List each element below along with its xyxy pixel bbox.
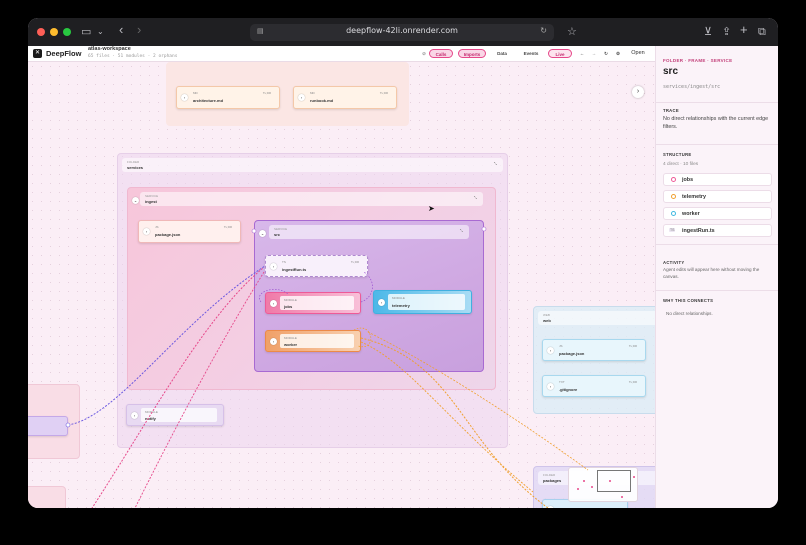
edge-handle[interactable] [251,228,257,234]
undo-button[interactable]: ← [578,49,586,58]
address-bar[interactable]: ▤ deepflow-42li.onrender.com ↻ [250,24,554,41]
reload-icon[interactable]: ↻ [540,26,547,35]
why-heading: WHY THIS CONNECTS [663,298,714,303]
deepflow-logo-icon: ✕ [33,49,42,58]
chevron-down-icon[interactable]: ⌄ [97,25,104,39]
breadcrumb: FOLDER · FRAME · SERVICE [663,58,733,63]
app-header: ✕ DeepFlow atlas-workspace 65 files · 51… [28,46,655,62]
trace-heading: TRACE [663,108,679,113]
forward-icon[interactable]: › [137,23,141,37]
filter-data-button[interactable]: Data [491,49,513,58]
workspace-name: atlas-workspace [88,46,131,52]
edge-import [67,265,266,426]
filter-icon[interactable]: ⊘ [420,49,428,58]
edge-loop [360,271,373,303]
browser-window: ▭ ⌄ ‹ › ▤ deepflow-42li.onrender.com ↻ ☆… [28,18,778,508]
minimize-window-button[interactable] [50,28,58,36]
filter-calls-button[interactable]: Calls [429,49,453,58]
edge-data [360,337,549,508]
back-icon[interactable]: ‹ [119,23,123,37]
workspace-meta: 65 files · 51 modules · 2 orphans [88,54,178,59]
brand-name: DeepFlow [46,49,82,58]
divider [656,144,778,145]
graph-canvas[interactable]: › MD architecture.md TL;DR › MD runbook.… [28,62,655,508]
refresh-button[interactable]: ↻ [602,49,610,58]
settings-button[interactable]: ⚙ [614,49,622,58]
structure-item-label: telemetry [682,193,706,200]
zoom-window-button[interactable] [63,28,71,36]
live-toggle-button[interactable]: Live [548,49,572,58]
edge-call [91,267,264,508]
close-window-button[interactable] [37,28,45,36]
why-text: No direct relationships. [666,311,713,316]
edge-handle[interactable] [65,422,71,428]
module-icon [671,177,676,182]
structure-heading: STRUCTURE [663,152,692,157]
activity-text: Agent edits will appear here without mov… [663,267,760,279]
activity-heading: ACTIVITY [663,260,685,265]
edge-loop [353,327,372,348]
edge-handle[interactable] [481,226,487,232]
edge-data [360,341,534,493]
edge-loop [259,289,289,303]
node-path: services/ingest/src [663,84,721,90]
structure-item-telemetry[interactable]: telemetry [663,190,772,203]
sidebar-icon[interactable]: ▭ [81,25,91,39]
structure-item-worker[interactable]: worker [663,207,772,220]
structure-item-label: jobs [682,176,694,183]
new-tab-icon[interactable]: + [740,23,748,37]
details-panel: FOLDER · FRAME · SERVICE src services/in… [655,46,778,508]
divider [656,244,778,245]
filter-events-button[interactable]: Events [518,49,544,58]
divider [656,102,778,103]
divider [656,290,778,291]
structure-item-label: ingestRun.ts [682,227,715,234]
download-icon[interactable]: ⊻ [704,25,712,39]
url-text: deepflow-42li.onrender.com [346,26,458,35]
structure-item-jobs[interactable]: jobs [663,173,772,186]
page-title: src [663,66,679,77]
edges-layer [65,226,589,508]
structure-item-ingestrun[interactable]: TS ingestRun.ts [663,224,772,237]
module-icon [671,194,676,199]
ts-file-icon: TS [669,228,676,232]
filter-imports-button[interactable]: Imports [458,49,486,58]
edge-data [367,331,589,471]
tab-overview-icon[interactable]: ⧉ [758,25,766,39]
trace-text: No direct relationships with the current… [663,116,769,130]
structure-count: 4 direct · 10 files [663,162,699,167]
module-icon [671,211,676,216]
star-icon[interactable]: ☆ [567,25,577,39]
open-button[interactable]: Open [627,49,649,58]
structure-item-label: worker [682,210,700,217]
edge-call [134,271,265,508]
redo-button[interactable]: → [590,49,598,58]
browser-toolbar: ▭ ⌄ ‹ › ▤ deepflow-42li.onrender.com ↻ ☆… [28,18,778,46]
share-icon[interactable]: ⇪ [722,25,731,39]
